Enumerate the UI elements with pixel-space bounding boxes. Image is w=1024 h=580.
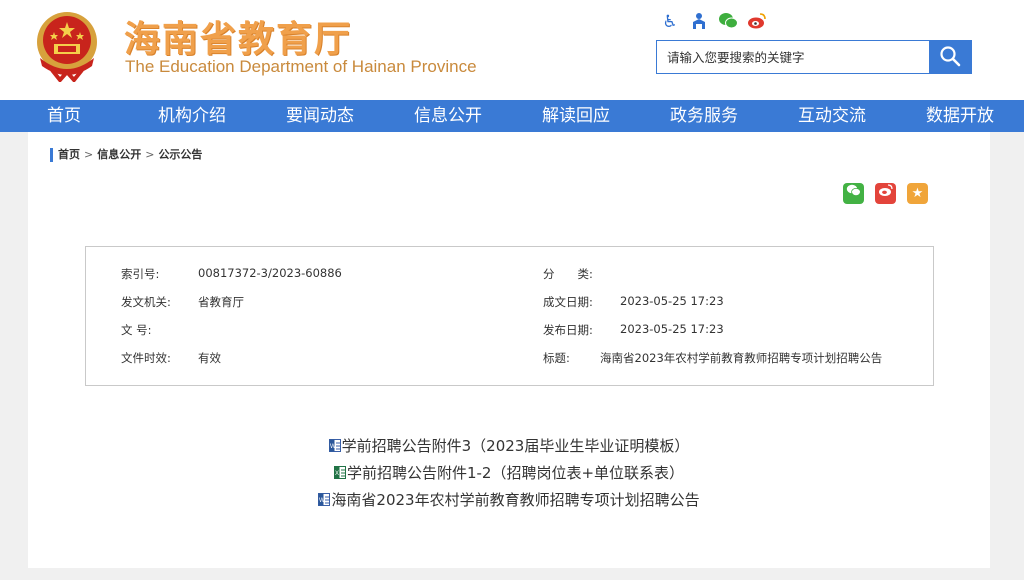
weibo-icon[interactable] xyxy=(747,12,767,32)
wechat-share-icon[interactable] xyxy=(843,183,864,204)
attachment-label: 学前招聘公告附件1-2（招聘岗位表+单位联系表） xyxy=(346,464,685,482)
document-metadata: 索引号: 00817372-3/2023-60886 分 类: 发文机关: 省教… xyxy=(85,246,934,386)
index-label: 索引号: xyxy=(121,267,160,281)
published-date-label: 发布日期: xyxy=(543,323,593,337)
attachment-list: W 学前招聘公告附件3（2023届毕业生毕业证明模板） X 学前招聘公告附件1-2（… xyxy=(28,433,990,514)
svg-text:W: W xyxy=(330,444,336,450)
breadcrumb-separator: > xyxy=(84,148,94,161)
breadcrumb-separator: > xyxy=(145,148,155,161)
nav-item-organization[interactable]: 机构介绍 xyxy=(128,100,256,132)
word-doc-icon: W xyxy=(328,439,341,452)
main-nav: 首页 机构介绍 要闻动态 信息公开 解读回应 政务服务 互动交流 数据开放 xyxy=(0,100,1024,132)
issuer-value: 省教育厅 xyxy=(198,295,244,309)
word-doc-icon: W xyxy=(318,493,331,506)
content-panel: 首页 > 信息公开 > 公示公告 ★ 索引号: 00817372-3/2023-6088… xyxy=(28,132,990,568)
search-icon xyxy=(940,45,961,66)
validity-label: 文件时效: xyxy=(121,351,171,365)
svg-text:W: W xyxy=(319,498,325,504)
subject-label: 标题: xyxy=(543,351,570,365)
accessibility-icon[interactable]: ♿ xyxy=(660,12,680,32)
category-label: 分 类: xyxy=(543,267,593,281)
search-button[interactable] xyxy=(929,41,971,73)
weibo-share-icon[interactable] xyxy=(875,183,896,204)
accessibility-toolbar: ♿ xyxy=(660,12,767,32)
breadcrumb-disclosure[interactable]: 信息公开 xyxy=(97,148,141,161)
site-title-cn[interactable]: 海南省教育厅 xyxy=(124,10,352,62)
doc-number-label: 文 号: xyxy=(121,323,152,337)
nav-item-interaction[interactable]: 互动交流 xyxy=(768,100,896,132)
nav-item-home[interactable]: 首页 xyxy=(0,100,128,132)
created-date-label: 成文日期: xyxy=(543,295,593,309)
share-toolbar: ★ xyxy=(843,183,928,204)
site-title-en[interactable]: The Education Department of Hainan Provi… xyxy=(125,57,477,77)
nav-item-open-data[interactable]: 数据开放 xyxy=(896,100,1024,132)
nav-item-interpretation[interactable]: 解读回应 xyxy=(512,100,640,132)
breadcrumb: 首页 > 信息公开 > 公示公告 xyxy=(50,148,202,162)
attachment-label: 学前招聘公告附件3（2023届毕业生毕业证明模板） xyxy=(341,437,690,455)
index-value: 00817372-3/2023-60886 xyxy=(198,266,342,280)
nav-item-services[interactable]: 政务服务 xyxy=(640,100,768,132)
favorite-icon[interactable]: ★ xyxy=(907,183,928,204)
wechat-icon[interactable] xyxy=(718,12,738,32)
excel-doc-icon: X xyxy=(333,466,346,479)
org-icon[interactable] xyxy=(689,12,709,32)
issuer-label: 发文机关: xyxy=(121,295,171,309)
nav-item-disclosure[interactable]: 信息公开 xyxy=(384,100,512,132)
attachment-link[interactable]: X 学前招聘公告附件1-2（招聘岗位表+单位联系表） xyxy=(28,460,990,487)
attachment-link[interactable]: W 学前招聘公告附件3（2023届毕业生毕业证明模板） xyxy=(28,433,990,460)
attachment-link[interactable]: W 海南省2023年农村学前教育教师招聘专项计划招聘公告 xyxy=(28,487,990,514)
search-box xyxy=(656,40,972,74)
validity-value: 有效 xyxy=(198,351,221,365)
site-header: 海南省教育厅 The Education Department of Haina… xyxy=(0,0,1024,100)
attachment-label: 海南省2023年农村学前教育教师招聘专项计划招聘公告 xyxy=(331,491,700,509)
breadcrumb-home[interactable]: 首页 xyxy=(58,148,80,161)
created-date-value: 2023-05-25 17:23 xyxy=(620,294,724,308)
subject-value: 海南省2023年农村学前教育教师招聘专项计划招聘公告 xyxy=(600,351,883,365)
published-date-value: 2023-05-25 17:23 xyxy=(620,322,724,336)
national-emblem-icon xyxy=(37,12,97,82)
svg-text:X: X xyxy=(335,471,339,477)
search-input[interactable] xyxy=(657,41,929,73)
breadcrumb-announcements[interactable]: 公示公告 xyxy=(158,148,202,161)
nav-item-news[interactable]: 要闻动态 xyxy=(256,100,384,132)
